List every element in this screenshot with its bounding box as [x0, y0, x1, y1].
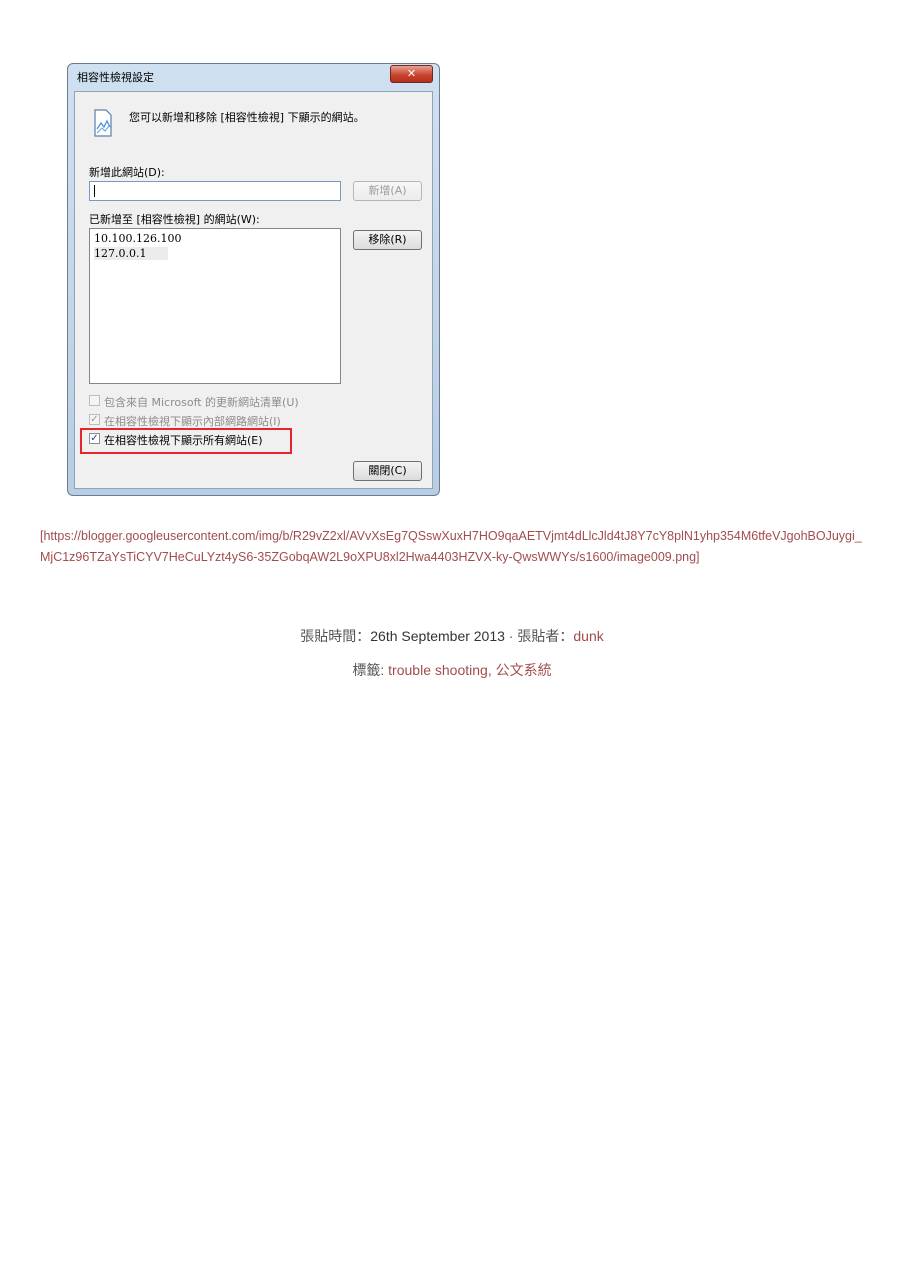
checkbox-box[interactable]: [89, 395, 100, 406]
close-button[interactable]: 關閉(C): [353, 461, 422, 481]
list-item[interactable]: 10.100.126.100: [94, 232, 181, 245]
posted-label: 張貼時間：: [300, 628, 371, 644]
label-link[interactable]: trouble shooting: [388, 662, 488, 678]
info-text: 您可以新增和移除 [相容性檢視] 下顯示的網站。: [129, 111, 365, 124]
remove-button[interactable]: 移除(R): [353, 230, 422, 250]
add-button[interactable]: 新增(A): [353, 181, 422, 201]
close-window-button[interactable]: ✕: [390, 65, 433, 83]
label-link[interactable]: 公文系統: [496, 662, 552, 678]
add-site-input[interactable]: [89, 181, 341, 201]
text-caret: [94, 185, 95, 197]
checkbox-label: 在相容性檢視下顯示內部網路網站(I): [104, 415, 281, 428]
list-item[interactable]: 127.0.0.1: [94, 247, 168, 260]
label-separator: ,: [487, 662, 496, 678]
website-icon: [94, 109, 112, 137]
add-site-label: 新增此網站(D):: [89, 166, 165, 179]
checkbox-box[interactable]: ✓: [89, 414, 100, 425]
dialog-titlebar[interactable]: 相容性檢視設定 ✕: [68, 64, 439, 88]
dialog-title: 相容性檢視設定: [77, 71, 154, 84]
author-label: 張貼者：: [517, 628, 574, 644]
meta-separator: ·: [504, 628, 518, 644]
highlight-box: [80, 428, 292, 454]
checkbox-label: 包含來自 Microsoft 的更新網站清單(U): [104, 396, 299, 409]
labels-label: 標籤:: [352, 662, 389, 678]
added-sites-list[interactable]: 10.100.126.100 127.0.0.1: [89, 228, 341, 384]
added-sites-label: 已新增至 [相容性檢視] 的網站(W):: [89, 213, 260, 226]
post-meta: 張貼時間：26th September 2013 · 張貼者：dunk: [0, 626, 904, 646]
post-labels: 標籤: trouble shooting, 公文系統: [0, 660, 904, 680]
image-link[interactable]: [https://blogger.googleusercontent.com/i…: [40, 526, 870, 568]
author-link[interactable]: dunk: [573, 628, 603, 644]
post-date[interactable]: 26th September 2013: [370, 628, 505, 644]
